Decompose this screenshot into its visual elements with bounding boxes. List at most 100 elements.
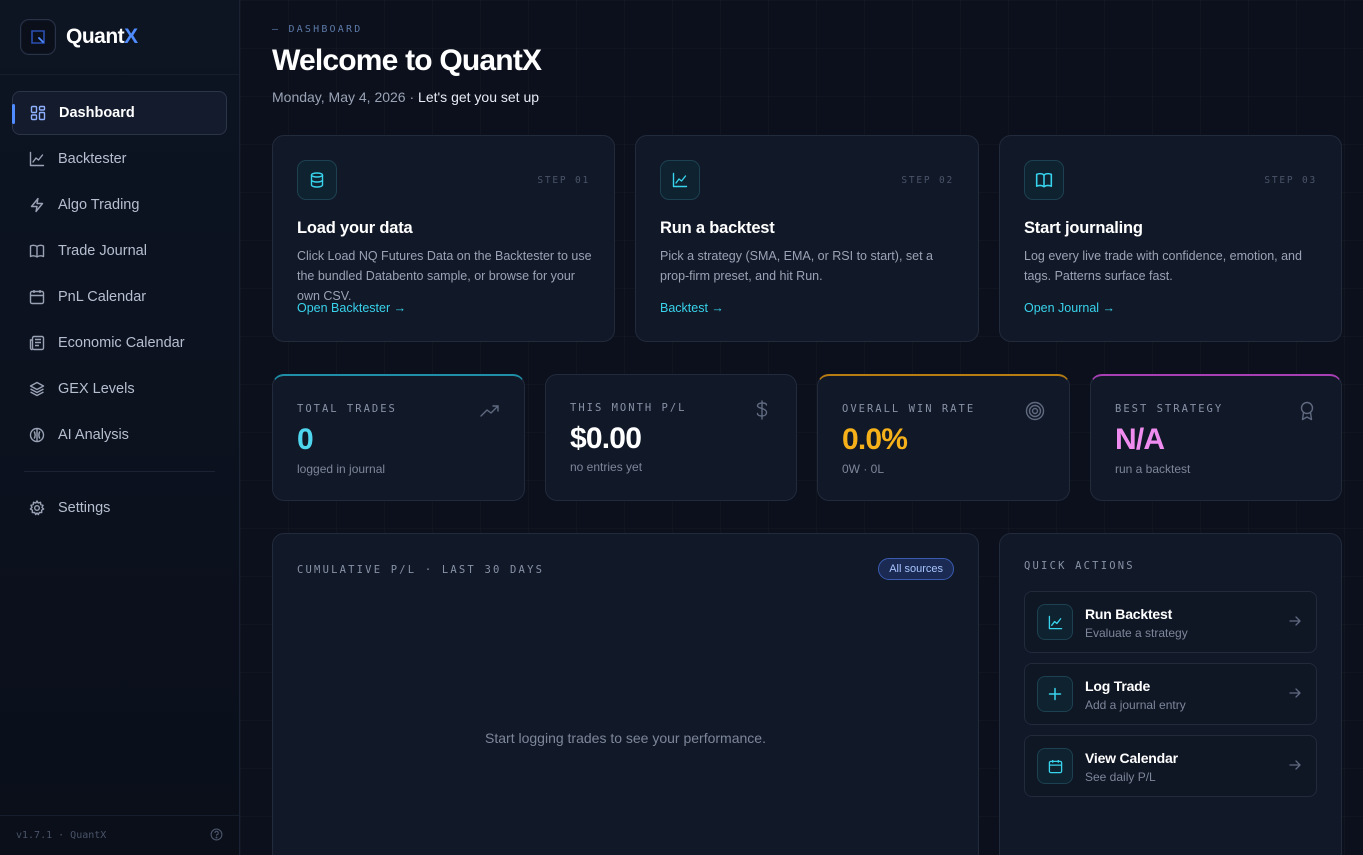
stat-label: BEST STRATEGY <box>1115 403 1224 415</box>
step-description: Click Load NQ Futures Data on the Backte… <box>297 249 592 303</box>
help-icon[interactable] <box>210 828 223 844</box>
quick-actions-panel: QUICK ACTIONS Run Backtest Evaluate a st… <box>999 533 1342 855</box>
layers-icon <box>28 380 46 398</box>
step-description: Log every live trade with confidence, em… <box>1024 249 1302 283</box>
sidebar: QuantX Dashboard Backtester Algo Trading… <box>0 0 240 855</box>
nav-divider <box>24 471 215 472</box>
calendar-icon <box>28 288 46 306</box>
sidebar-item-backtester[interactable]: Backtester <box>12 137 227 181</box>
arrow-right-icon <box>1289 688 1301 698</box>
app: QuantX Dashboard Backtester Algo Trading… <box>0 0 1363 855</box>
stat-value: N/A <box>1115 423 1165 456</box>
grid-icon <box>29 104 47 122</box>
sidebar-item-label: PnL Calendar <box>58 289 147 305</box>
stat-label: TOTAL TRADES <box>297 403 397 415</box>
open-backtester-link[interactable]: Open Backtester → <box>297 301 406 315</box>
stat-value: 0 <box>297 423 314 456</box>
empty-state-message: Start logging trades to see your perform… <box>485 730 766 746</box>
quick-action-subtitle: Evaluate a strategy <box>1085 626 1188 640</box>
quick-action-title: View Calendar <box>1085 750 1178 766</box>
chart-icon <box>660 160 700 200</box>
book-icon <box>28 242 46 260</box>
plus-icon <box>1037 676 1073 712</box>
stat-subtext: run a backtest <box>1115 462 1191 476</box>
sidebar-footer: v1.7.1 · QuantX <box>0 815 239 855</box>
quick-action-title: Log Trade <box>1085 678 1151 694</box>
brand[interactable]: QuantX <box>0 0 239 75</box>
calendar-icon <box>1037 748 1073 784</box>
award-icon <box>1297 401 1317 421</box>
sidebar-item-gex-levels[interactable]: GEX Levels <box>12 367 227 411</box>
step-title: Run a backtest <box>660 219 775 237</box>
main-content: — DASHBOARD Welcome to QuantX Monday, Ma… <box>240 0 1363 855</box>
brand-name-suffix: X <box>124 25 138 48</box>
line-chart-icon <box>28 150 46 168</box>
sidebar-nav: Dashboard Backtester Algo Trading Trade … <box>0 75 239 530</box>
quick-action-subtitle: See daily P/L <box>1085 770 1156 784</box>
step-title: Load your data <box>297 219 413 237</box>
arrow-right-icon <box>1289 760 1301 770</box>
database-icon <box>297 160 337 200</box>
page-title: Welcome to QuantX <box>272 44 542 77</box>
sidebar-item-label: Algo Trading <box>58 197 140 213</box>
sidebar-item-economic-calendar[interactable]: Economic Calendar <box>12 321 227 365</box>
target-icon <box>1025 401 1045 421</box>
stat-subtext: logged in journal <box>297 462 386 476</box>
stat-value: $0.00 <box>570 422 642 455</box>
sidebar-item-algo-trading[interactable]: Algo Trading <box>12 183 227 227</box>
sidebar-item-label: GEX Levels <box>58 381 135 397</box>
dollar-icon <box>752 400 772 420</box>
sources-filter-button[interactable]: All sources <box>878 558 954 580</box>
quick-action-run-backtest[interactable]: Run Backtest Evaluate a strategy <box>1024 591 1317 653</box>
sidebar-item-dashboard[interactable]: Dashboard <box>12 91 227 135</box>
logo-icon <box>20 19 56 55</box>
sidebar-item-label: Trade Journal <box>58 243 147 259</box>
step-card-load-data: STEP 01 Load your data Click Load NQ Fut… <box>272 135 615 342</box>
step-card-run-backtest: STEP 02 Run a backtest Pick a strategy (… <box>635 135 979 342</box>
book-icon <box>1024 160 1064 200</box>
sidebar-item-trade-journal[interactable]: Trade Journal <box>12 229 227 273</box>
stat-label: THIS MONTH P/L <box>570 402 687 414</box>
page-subtitle: Monday, May 4, 2026 · Let's get you set … <box>272 89 539 105</box>
sidebar-item-label: Economic Calendar <box>58 335 185 351</box>
stat-card-win-rate: OVERALL WIN RATE 0.0% 0W · 0L <box>817 374 1070 501</box>
step-card-start-journaling: STEP 03 Start journaling Log every live … <box>999 135 1342 342</box>
sidebar-item-label: AI Analysis <box>58 427 129 443</box>
breadcrumb: — DASHBOARD <box>272 24 363 35</box>
quick-action-subtitle: Add a journal entry <box>1085 698 1186 712</box>
newspaper-icon <box>28 334 46 352</box>
backtest-link[interactable]: Backtest → <box>660 301 724 315</box>
sidebar-item-settings[interactable]: Settings <box>12 486 227 530</box>
sidebar-item-pnl-calendar[interactable]: PnL Calendar <box>12 275 227 319</box>
sidebar-item-label: Backtester <box>58 151 127 167</box>
stat-card-best-strategy: BEST STRATEGY N/A run a backtest <box>1090 374 1342 501</box>
step-description: Pick a strategy (SMA, EMA, or RSI to sta… <box>660 249 933 283</box>
stat-value: 0.0% <box>842 423 908 456</box>
quick-action-log-trade[interactable]: Log Trade Add a journal entry <box>1024 663 1317 725</box>
stat-card-month-pl: THIS MONTH P/L $0.00 no entries yet <box>545 374 797 501</box>
quick-action-view-calendar[interactable]: View Calendar See daily P/L <box>1024 735 1317 797</box>
brand-name-prefix: Quant <box>66 25 125 48</box>
quick-action-title: Run Backtest <box>1085 606 1173 622</box>
stat-subtext: no entries yet <box>570 460 643 474</box>
lightning-icon <box>28 196 46 214</box>
open-journal-link[interactable]: Open Journal → <box>1024 301 1115 315</box>
chart-icon <box>1037 604 1073 640</box>
sidebar-item-label: Settings <box>58 500 111 516</box>
step-label: STEP 02 <box>901 175 954 186</box>
brain-icon <box>28 426 46 444</box>
step-label: STEP 03 <box>1264 175 1317 186</box>
tagline: Let's get you set up <box>418 89 540 105</box>
stat-card-total-trades: TOTAL TRADES 0 logged in journal <box>272 374 525 501</box>
version-label: v1.7.1 · QuantX <box>16 830 107 841</box>
trend-up-icon <box>480 401 500 421</box>
gear-icon <box>28 499 46 517</box>
panel-title: QUICK ACTIONS <box>1024 560 1135 572</box>
stat-label: OVERALL WIN RATE <box>842 403 976 415</box>
arrow-right-icon <box>1289 616 1301 626</box>
stat-subtext: 0W · 0L <box>842 462 885 476</box>
step-label: STEP 01 <box>537 175 590 186</box>
sidebar-item-label: Dashboard <box>59 105 135 121</box>
sidebar-item-ai-analysis[interactable]: AI Analysis <box>12 413 227 457</box>
panel-title: CUMULATIVE P/L · LAST 30 DAYS <box>297 564 545 576</box>
